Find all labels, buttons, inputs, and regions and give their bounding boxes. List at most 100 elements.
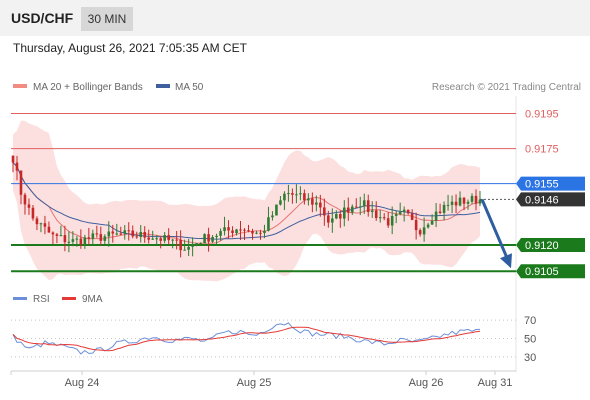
candle-body [179,239,182,251]
candle-body [35,218,39,225]
candle-body [386,218,390,226]
rsi-ma-swatch [62,297,76,300]
candle-body [331,218,334,223]
candle-body [79,238,83,245]
level-labels: 0.9195 0.9175 0.9155 0.9146 0.9120 0.9105 [516,109,585,279]
candle-body [99,234,103,241]
candle-body [239,229,242,231]
candle-body [406,209,410,214]
candle-body [207,234,210,242]
candle-body [147,237,151,240]
candle-body [370,210,374,213]
candle-body [287,193,290,195]
legend-credit: Research © 2021 Trading Central [432,82,581,93]
candle-body [115,233,119,235]
candle-body [327,215,330,223]
candle-body [95,233,99,235]
candle-body [171,239,174,241]
level-label-0.9105: 0.9105 [525,266,559,278]
candle-body [187,246,190,250]
legend-rsi-ma: 9MA [82,294,103,305]
candle-body [434,211,438,221]
candle-body [466,201,470,204]
candle-body [426,224,430,228]
candle-body [71,239,75,242]
rsi-swatch [13,297,27,300]
candle-body [259,232,262,234]
candle-body [299,193,302,195]
candle-body [378,217,382,219]
candle-body [303,193,306,201]
candle-body [119,233,123,235]
candle-body [418,230,422,235]
candle-body [87,237,91,239]
candle-body [51,232,55,235]
forecast-arrow [480,198,512,269]
candle-body [402,209,406,212]
candle-body [271,215,274,218]
candle [275,204,278,216]
candle-body [255,232,258,234]
candle-body [410,213,414,220]
candle-body [191,244,194,247]
candle-body [398,211,402,215]
ma50-swatch [156,84,170,88]
x-tick-label: Aug 26 [409,377,444,389]
level-label-0.9155: 0.9155 [525,179,559,191]
rsi-tick-50: 50 [524,334,536,346]
bollinger-bands [13,120,480,282]
legend-ma20: MA 20 + Bollinger Bands [33,82,143,93]
candle-body [346,207,350,213]
candle-body [67,241,71,243]
candle-body [350,206,354,213]
candle-body [227,227,230,231]
candle-body [382,217,386,219]
candle-body [183,249,186,251]
candle-body [335,214,338,219]
candle-body [231,230,234,234]
legend-ma50: MA 50 [175,82,204,93]
candle-body [263,230,266,234]
candle-body [223,227,226,232]
candle-body [131,230,135,237]
rsi-panel: 70 50 30 [11,315,536,364]
candle-body [414,219,418,231]
level-label-0.9120: 0.9120 [525,240,559,252]
price-legend: MA 20 + Bollinger Bands MA 50 Research ©… [13,82,581,93]
candle-body [283,193,286,201]
candle-body [195,243,198,245]
candle-body [358,206,362,208]
candle-body [362,200,366,207]
level-label-0.9146: 0.9146 [525,194,559,206]
candle-body [75,238,79,240]
candle-body [323,207,326,216]
candle-body [23,194,27,205]
candle-body [163,235,166,241]
candle-body [450,201,454,205]
candle-body [175,239,178,241]
x-tick-label: Aug 31 [478,377,513,389]
rsi-legend: RSI 9MA [13,294,103,305]
candle-body [199,243,202,245]
candle-body [251,231,254,234]
candle-body [167,235,170,241]
ma20-swatch [13,84,27,88]
candle-body [55,234,59,236]
legend-rsi: RSI [33,294,50,305]
candle-body [139,232,143,238]
candle-body [438,211,442,213]
candle-body [446,204,450,206]
candle-body [235,229,238,234]
candle-body [315,202,318,205]
candle-body [151,238,155,240]
candle [203,233,206,244]
candle-body [159,238,162,241]
candle-body [143,232,147,238]
candle-body [390,215,394,226]
candle-body [11,155,15,163]
candle-body [275,204,278,216]
candle-body [442,204,446,213]
candle-body [311,198,314,205]
candle-body [279,200,282,205]
candle-body [39,223,43,225]
